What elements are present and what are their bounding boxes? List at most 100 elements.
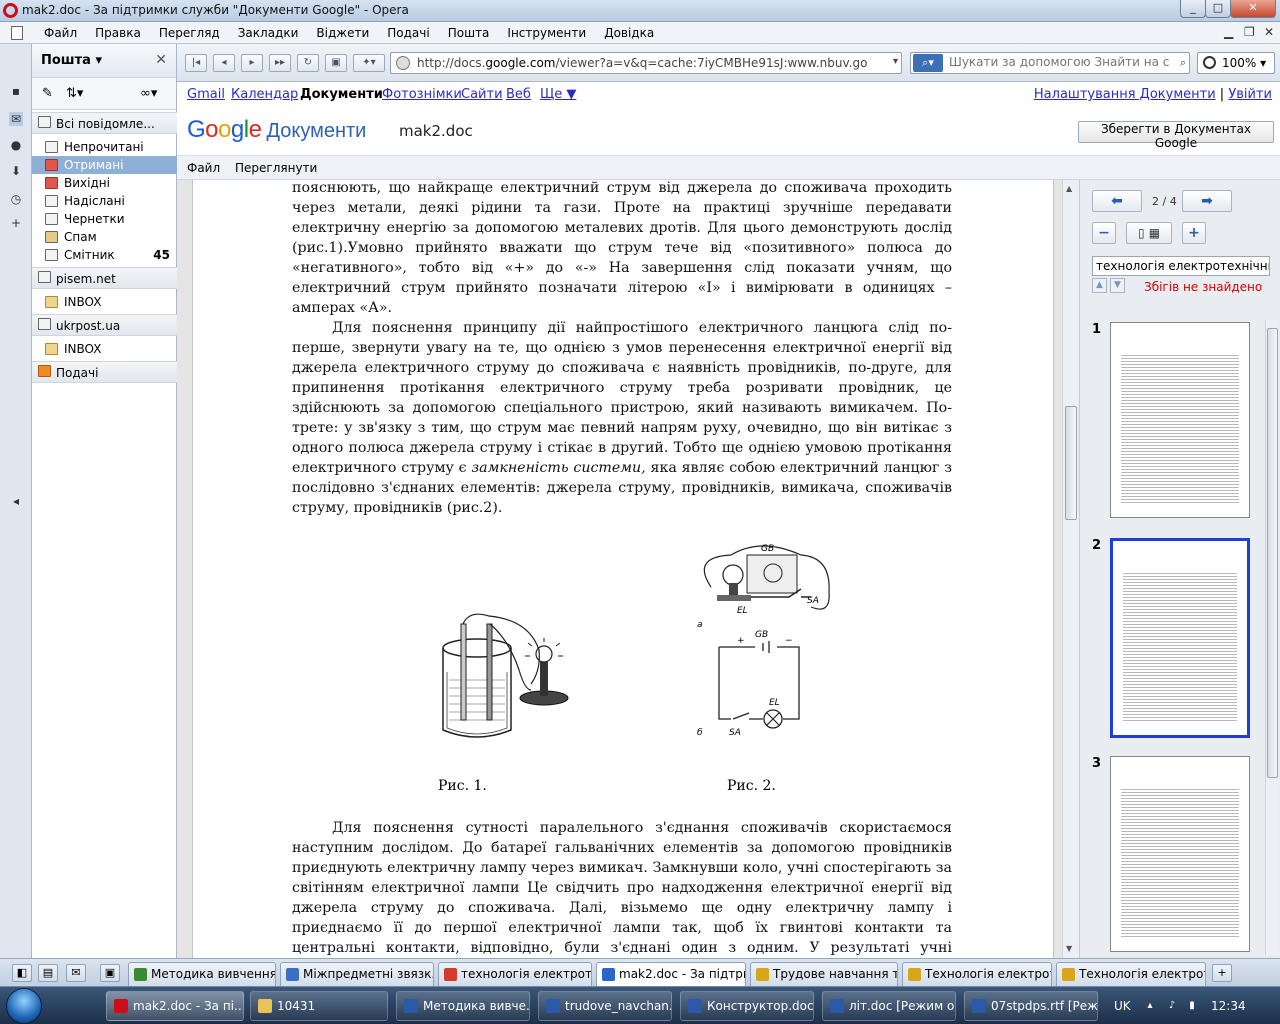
prev-page-button[interactable]: ⬅ xyxy=(1092,190,1142,212)
tab-2[interactable]: технологія електроте... xyxy=(438,962,592,986)
mail-all-messages[interactable]: Всі повідомле... xyxy=(32,112,177,134)
next-page-button[interactable]: ➡ xyxy=(1182,190,1232,212)
language-indicator[interactable]: UK xyxy=(1114,999,1131,1013)
taskbar-btn-3[interactable]: trudove_navchan... xyxy=(538,991,672,1021)
thumbnail-scrollbar[interactable] xyxy=(1265,320,1279,955)
mail-spam[interactable]: Спам xyxy=(32,228,177,246)
mail-panel-icon[interactable]: ✉ xyxy=(9,112,23,126)
tab-5[interactable]: Технологія електрот... xyxy=(902,962,1052,986)
gbar-gmail-link[interactable]: Gmail xyxy=(187,87,225,102)
search-input[interactable] xyxy=(949,55,1169,69)
google-docs-logo[interactable]: Google Документи xyxy=(187,116,366,144)
tab-panel-icon[interactable]: ◧ xyxy=(12,964,32,982)
mail-outbox[interactable]: Вихідні xyxy=(32,174,177,192)
mail-panel-title[interactable]: Пошта ▾ xyxy=(41,53,102,68)
docs-menu-view[interactable]: Переглянути xyxy=(235,161,317,175)
forward-icon[interactable]: ▸ xyxy=(241,54,263,72)
search-engine-icon[interactable]: ⌕▾ xyxy=(913,54,943,72)
taskbar-btn-6[interactable]: 07stpdps.rtf [Реж... xyxy=(964,991,1098,1021)
taskbar-btn-4[interactable]: Конструктор.doc... xyxy=(680,991,814,1021)
taskbar-btn-2[interactable]: Методика вивче... xyxy=(396,991,530,1021)
tab-trash-icon[interactable]: ▣ xyxy=(100,964,120,982)
mail-ukrpost-inbox[interactable]: INBOX xyxy=(32,340,177,358)
volume-icon[interactable]: ♪ xyxy=(1166,1000,1178,1012)
tab-mail-icon[interactable]: ✉ xyxy=(66,964,86,982)
search-box[interactable]: ⌕▾ ⌕ xyxy=(910,52,1190,74)
tab-4[interactable]: Трудове навчання та... xyxy=(750,962,898,986)
find-next-icon[interactable]: ▼ xyxy=(1110,278,1125,293)
gbar-calendar-link[interactable]: Календар xyxy=(231,87,298,102)
search-go-icon[interactable]: ⌕ xyxy=(1180,56,1186,70)
transfers-panel-icon[interactable]: ⬇ xyxy=(9,164,23,178)
document-scroll-thumb[interactable] xyxy=(1065,406,1077,520)
minimize-button[interactable]: _ xyxy=(1180,0,1206,18)
save-icon[interactable]: ▣ xyxy=(325,54,347,72)
maximize-button[interactable]: □ xyxy=(1205,0,1231,18)
mail-unread[interactable]: Непрочитані xyxy=(32,138,177,156)
compose-icon[interactable]: ✎ xyxy=(42,86,53,101)
mdi-restore-icon[interactable]: ❐ xyxy=(1244,25,1255,39)
close-window-button[interactable]: ✕ xyxy=(1230,0,1276,18)
tab-3[interactable]: mak2.doc - За підтри... xyxy=(596,962,746,987)
document-icon[interactable] xyxy=(11,26,23,40)
mail-drafts[interactable]: Чернетки xyxy=(32,210,177,228)
gbar-settings-link[interactable]: Налаштування Документи xyxy=(1034,87,1216,102)
windows-start-icon[interactable] xyxy=(6,988,42,1024)
menu-view[interactable]: Перегляд xyxy=(159,26,220,40)
gbar-photos-link[interactable]: Фотознімки xyxy=(382,87,462,102)
close-panel-icon[interactable]: ✕ xyxy=(155,52,167,68)
document-scrollbar[interactable]: ▲ ▼ xyxy=(1062,180,1079,958)
mail-sent[interactable]: Надіслані xyxy=(32,192,177,210)
back-icon[interactable]: ◂ xyxy=(213,54,235,72)
find-prev-icon[interactable]: ▲ xyxy=(1092,278,1107,293)
zoom-out-button[interactable]: − xyxy=(1092,222,1116,244)
zoom-control[interactable]: 100% ▾ xyxy=(1197,52,1275,74)
gbar-web-link[interactable]: Веб xyxy=(506,87,531,102)
check-mail-icon[interactable]: ⇅▾ xyxy=(66,86,83,101)
scroll-down-icon[interactable]: ▼ xyxy=(1066,944,1072,953)
network-icon[interactable]: ▮ xyxy=(1186,1000,1198,1012)
menu-help[interactable]: Довідка xyxy=(604,26,654,40)
zoom-in-button[interactable]: + xyxy=(1182,222,1206,244)
add-panel-icon[interactable]: + xyxy=(9,216,23,230)
page-thumbnail-3[interactable] xyxy=(1110,756,1250,952)
view-mode-toggle[interactable]: ▯ ▦ xyxy=(1126,222,1172,244)
menu-bookmarks[interactable]: Закладки xyxy=(238,26,299,40)
page-thumbnail-1[interactable] xyxy=(1110,322,1250,518)
address-url[interactable]: http://docs.google.com/viewer?a=v&q=cach… xyxy=(417,56,867,70)
page-thumbnail-2[interactable] xyxy=(1110,538,1250,738)
menu-edit[interactable]: Правка xyxy=(95,26,141,40)
find-in-document-input[interactable]: технологія електротехнічних xyxy=(1092,256,1270,276)
tab-6[interactable]: Технологія електрот... xyxy=(1056,962,1206,986)
thumbnail-scroll-thumb[interactable] xyxy=(1267,328,1278,778)
bookmarks-panel-icon[interactable]: ▪ xyxy=(9,84,23,98)
address-bar[interactable]: http://docs.google.com/viewer?a=v&q=cach… xyxy=(390,52,902,74)
gbar-more-link[interactable]: Ще ▼ xyxy=(540,87,576,102)
fast-forward-icon[interactable]: ▸▸ xyxy=(269,54,291,72)
mail-feeds[interactable]: Подачі xyxy=(32,361,177,383)
tab-1[interactable]: Міжпредметні звязк... xyxy=(280,962,434,986)
taskbar-btn-1[interactable]: 10431 xyxy=(250,991,388,1021)
taskbar-btn-5[interactable]: літ.doc [Режим о... xyxy=(822,991,956,1021)
document-page[interactable]: пояснюють, що найкраще електричний струм… xyxy=(192,180,1054,958)
view-options-icon[interactable]: ∞▾ xyxy=(140,86,157,101)
menu-mail[interactable]: Пошта xyxy=(448,26,490,40)
history-panel-icon[interactable]: ◷ xyxy=(9,192,23,206)
mail-pisem-inbox[interactable]: INBOX xyxy=(32,293,177,311)
mail-account-pisem[interactable]: pisem.net xyxy=(32,267,177,289)
address-dropdown-icon[interactable]: ▾ xyxy=(893,56,898,67)
rewind-icon[interactable]: |◂ xyxy=(185,54,207,72)
gbar-sites-link[interactable]: Сайти xyxy=(461,87,503,102)
collapse-panel-icon[interactable]: ◂ xyxy=(9,494,23,508)
tab-thumbnails-icon[interactable]: ▤ xyxy=(38,964,58,982)
docs-menu-file[interactable]: Файл xyxy=(187,161,220,175)
save-to-docs-button[interactable]: Зберегти в Документах Google xyxy=(1078,121,1274,150)
scroll-up-icon[interactable]: ▲ xyxy=(1066,184,1072,193)
mdi-minimize-icon[interactable]: ▁ xyxy=(1224,25,1233,39)
menu-widgets[interactable]: Віджети xyxy=(316,26,369,40)
new-tab-button[interactable]: + xyxy=(1212,964,1232,982)
tray-arrow-icon[interactable]: ▴ xyxy=(1144,1000,1156,1012)
mail-received[interactable]: Отримані xyxy=(32,156,177,174)
mail-trash[interactable]: Смітник 45 xyxy=(32,246,177,264)
menu-tools[interactable]: Інструменти xyxy=(507,26,586,40)
